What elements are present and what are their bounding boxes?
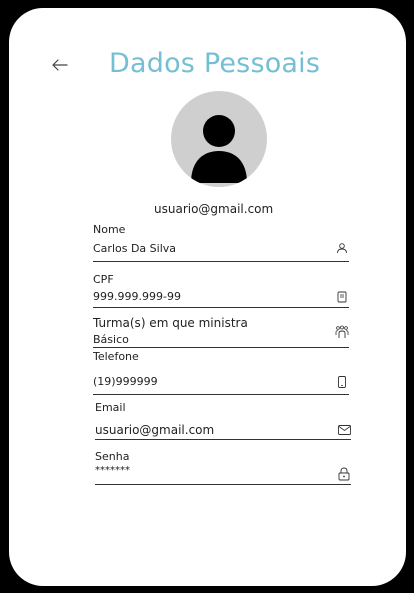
cpf-value: 999.999.999-99 bbox=[93, 290, 181, 303]
phone-icon bbox=[335, 375, 349, 389]
senha-label: Senha bbox=[95, 450, 130, 463]
turmas-underline bbox=[93, 347, 349, 348]
group-icon bbox=[335, 325, 349, 339]
turmas-label: Turma(s) em que ministra bbox=[93, 316, 248, 330]
nome-field[interactable]: Nome Carlos Da Silva bbox=[93, 223, 349, 269]
email-value: usuario@gmail.com bbox=[95, 423, 215, 437]
senha-value: ******* bbox=[95, 465, 130, 476]
cpf-underline bbox=[93, 307, 349, 308]
email-underline bbox=[95, 439, 351, 440]
lock-icon[interactable] bbox=[337, 467, 351, 481]
arrow-left-icon[interactable] bbox=[51, 58, 69, 72]
cpf-field[interactable]: CPF 999.999.999-99 bbox=[93, 273, 349, 313]
person-icon bbox=[335, 241, 349, 255]
envelope-icon bbox=[337, 423, 351, 437]
profile-email: usuario@gmail.com bbox=[154, 202, 274, 216]
screen: Dados Pessoais usuario@gmail.com Nome Ca… bbox=[9, 8, 406, 586]
email-field[interactable]: Email usuario@gmail.com bbox=[95, 401, 351, 443]
telefone-label: Telefone bbox=[93, 350, 139, 363]
turmas-value: Básico bbox=[93, 333, 129, 346]
nome-label: Nome bbox=[93, 223, 126, 236]
senha-underline bbox=[95, 484, 351, 485]
telefone-field[interactable]: Telefone (19)999999 bbox=[93, 350, 349, 396]
document-icon bbox=[335, 290, 349, 304]
telefone-underline bbox=[93, 394, 349, 395]
nome-underline bbox=[93, 261, 349, 262]
nome-value: Carlos Da Silva bbox=[93, 242, 177, 255]
user-avatar-icon[interactable] bbox=[171, 91, 267, 187]
cpf-label: CPF bbox=[93, 273, 114, 286]
telefone-value: (19)999999 bbox=[93, 375, 158, 388]
page-title: Dados Pessoais bbox=[109, 48, 321, 79]
email-label: Email bbox=[95, 401, 126, 414]
turmas-field[interactable]: Turma(s) em que ministra Básico bbox=[93, 316, 349, 352]
senha-field[interactable]: Senha ******* bbox=[95, 450, 351, 490]
